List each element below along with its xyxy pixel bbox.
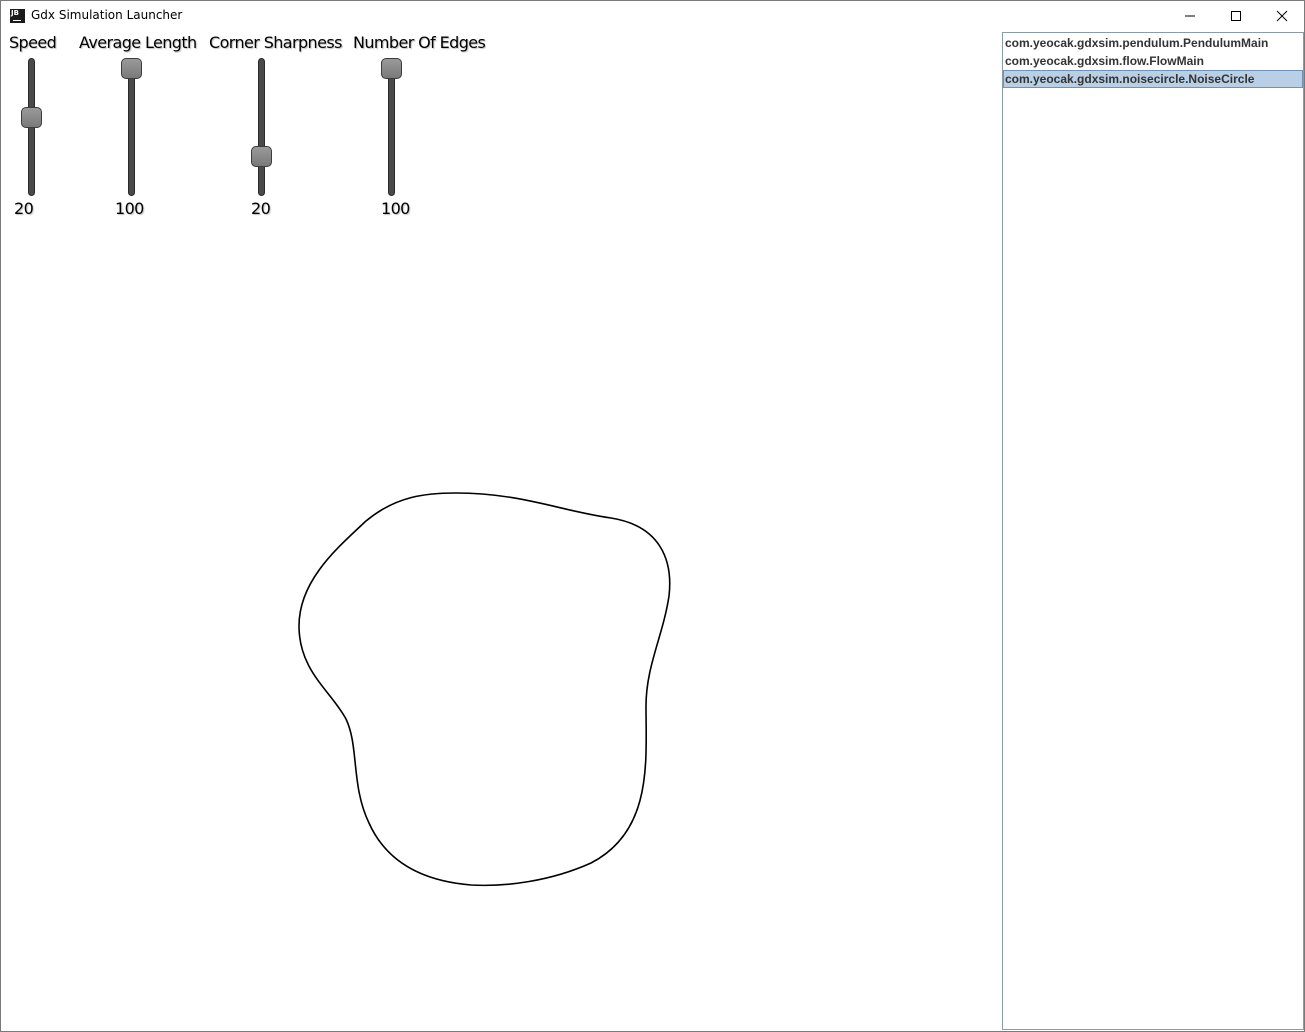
- close-icon: [1276, 10, 1288, 22]
- simulation-canvas: [298, 492, 671, 887]
- noise-circle-shape: [298, 492, 671, 887]
- minimize-icon: [1185, 15, 1195, 17]
- close-button[interactable]: [1259, 1, 1305, 31]
- app-window: JB Gdx Simulation Launcher Speed 20 Aver…: [0, 0, 1305, 1032]
- list-item-selected[interactable]: com.yeocak.gdxsim.noisecircle.NoiseCircl…: [1003, 70, 1303, 88]
- list-item[interactable]: com.yeocak.gdxsim.flow.FlowMain: [1003, 52, 1303, 70]
- minimize-button[interactable]: [1167, 1, 1213, 31]
- list-item[interactable]: com.yeocak.gdxsim.pendulum.PendulumMain: [1003, 34, 1303, 52]
- maximize-button[interactable]: [1213, 1, 1259, 31]
- maximize-icon: [1231, 11, 1241, 21]
- simulation-list[interactable]: com.yeocak.gdxsim.pendulum.PendulumMain …: [1002, 32, 1304, 1030]
